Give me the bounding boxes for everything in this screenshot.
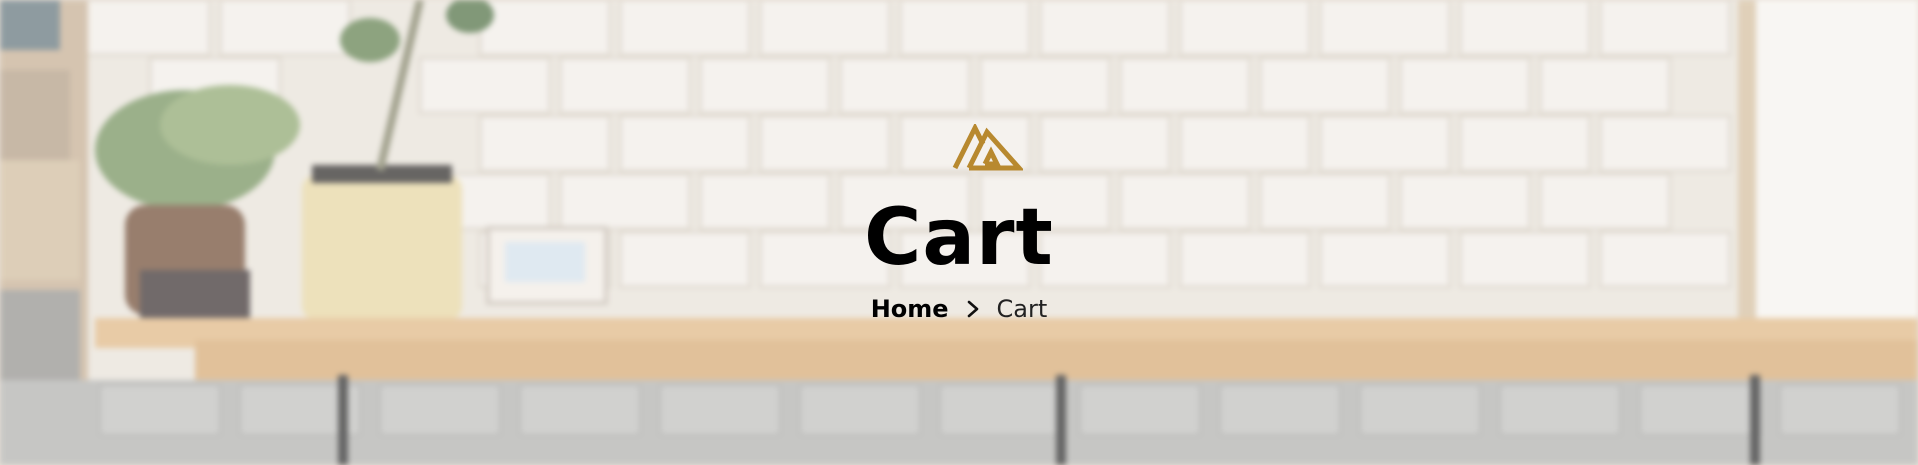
breadcrumb-current: Cart: [996, 295, 1048, 323]
page-hero-banner: Cart Home Cart: [0, 0, 1918, 465]
page-title: Cart: [864, 193, 1054, 283]
hero-content: Cart Home Cart: [0, 0, 1918, 465]
brand-logo-icon: [952, 124, 1023, 171]
breadcrumb: Home Cart: [0, 293, 1918, 325]
breadcrumb-home-link[interactable]: Home: [871, 293, 949, 325]
chevron-right-icon: [967, 300, 978, 318]
